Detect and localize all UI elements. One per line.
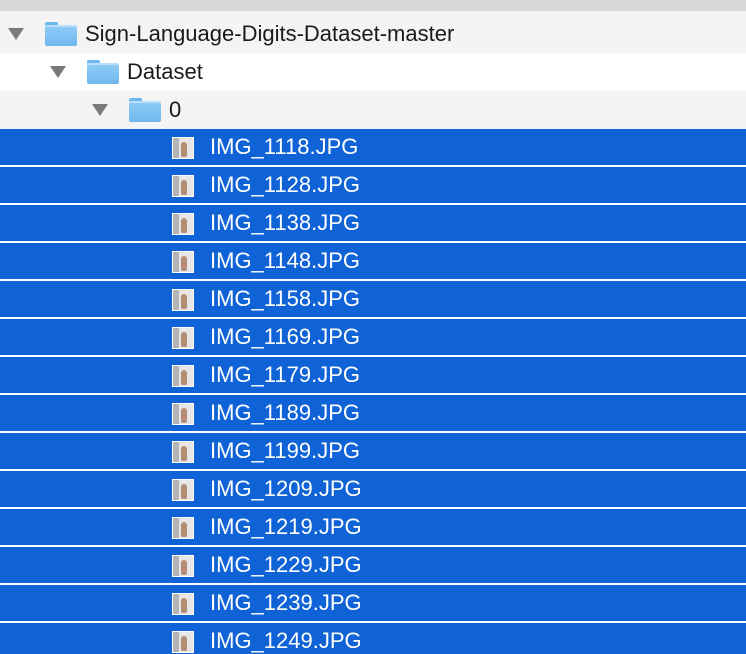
image-thumbnail-icon	[172, 175, 194, 197]
image-thumbnail-icon	[172, 555, 194, 577]
file-name: IMG_1249.JPG	[210, 628, 362, 653]
image-thumbnail-icon	[172, 327, 194, 349]
tree-row-root-folder[interactable]: Sign-Language-Digits-Dataset-master	[0, 15, 746, 53]
image-thumbnail-icon	[172, 517, 194, 539]
file-row[interactable]: IMG_1229.JPG	[0, 547, 746, 585]
image-thumbnail-icon	[172, 479, 194, 501]
file-name: IMG_1239.JPG	[210, 590, 362, 615]
image-thumbnail-icon	[172, 631, 194, 653]
file-name: IMG_1128.JPG	[210, 172, 360, 197]
image-thumbnail-icon	[172, 593, 194, 615]
file-row[interactable]: IMG_1128.JPG	[0, 167, 746, 205]
file-row[interactable]: IMG_1118.JPG	[0, 129, 746, 167]
folder-icon	[129, 98, 161, 122]
file-name: IMG_1148.JPG	[210, 248, 360, 273]
file-name: IMG_1179.JPG	[210, 362, 360, 387]
image-thumbnail-icon	[172, 403, 194, 425]
folder-icon	[87, 60, 119, 84]
file-row[interactable]: IMG_1138.JPG	[0, 205, 746, 243]
file-name: IMG_1219.JPG	[210, 514, 362, 539]
file-row[interactable]: IMG_1148.JPG	[0, 243, 746, 281]
file-name: IMG_1138.JPG	[210, 210, 360, 235]
file-name: IMG_1189.JPG	[210, 400, 360, 425]
file-name: IMG_1209.JPG	[210, 476, 362, 501]
folder-name: Dataset	[127, 59, 203, 84]
file-name: IMG_1158.JPG	[210, 286, 360, 311]
image-thumbnail-icon	[172, 289, 194, 311]
file-row[interactable]: IMG_1209.JPG	[0, 471, 746, 509]
folder-name: 0	[169, 97, 182, 122]
file-row[interactable]: IMG_1249.JPG	[0, 623, 746, 654]
image-thumbnail-icon	[172, 213, 194, 235]
folder-name: Sign-Language-Digits-Dataset-master	[85, 21, 455, 46]
file-name: IMG_1118.JPG	[210, 134, 359, 159]
disclosure-triangle-icon[interactable]	[8, 28, 24, 40]
file-row[interactable]: IMG_1179.JPG	[0, 357, 746, 395]
file-row[interactable]: IMG_1169.JPG	[0, 319, 746, 357]
file-name: IMG_1199.JPG	[210, 438, 360, 463]
image-thumbnail-icon	[172, 441, 194, 463]
folder-icon	[45, 22, 77, 46]
column-header-edge	[0, 0, 746, 15]
image-thumbnail-icon	[172, 365, 194, 387]
file-name: IMG_1229.JPG	[210, 552, 362, 577]
file-row[interactable]: IMG_1158.JPG	[0, 281, 746, 319]
file-row[interactable]: IMG_1189.JPG	[0, 395, 746, 433]
disclosure-triangle-icon[interactable]	[92, 104, 108, 116]
disclosure-triangle-icon[interactable]	[50, 66, 66, 78]
file-row[interactable]: IMG_1219.JPG	[0, 509, 746, 547]
image-thumbnail-icon	[172, 137, 194, 159]
file-list: IMG_1118.JPG IMG_1128.JPG IMG_1138.JPG IMG_…	[0, 129, 746, 654]
file-row[interactable]: IMG_1239.JPG	[0, 585, 746, 623]
image-thumbnail-icon	[172, 251, 194, 273]
finder-list-view: Sign-Language-Digits-Dataset-master Data…	[0, 0, 746, 654]
tree-row-dataset-folder[interactable]: Dataset	[0, 53, 746, 91]
tree-row-folder-0[interactable]: 0	[0, 91, 746, 129]
file-name: IMG_1169.JPG	[210, 324, 360, 349]
file-row[interactable]: IMG_1199.JPG	[0, 433, 746, 471]
